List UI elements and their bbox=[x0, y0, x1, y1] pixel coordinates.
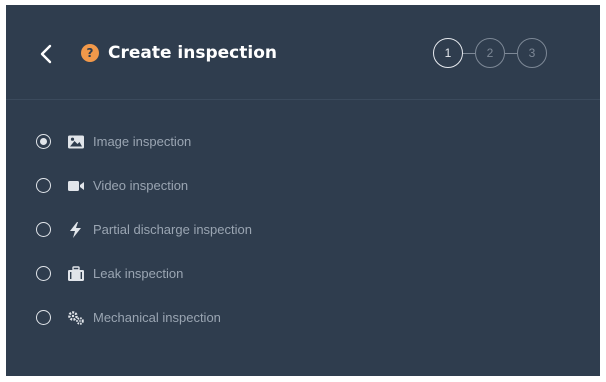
stepper: 1 2 3 bbox=[433, 38, 579, 70]
chevron-left-icon bbox=[40, 44, 52, 64]
radio-button[interactable] bbox=[36, 266, 51, 281]
step-3[interactable]: 3 bbox=[517, 38, 547, 68]
option-label: Image inspection bbox=[93, 134, 192, 149]
option-label: Leak inspection bbox=[93, 266, 184, 281]
option-label: Video inspection bbox=[93, 178, 189, 193]
radio-button[interactable] bbox=[36, 310, 51, 325]
step-connector bbox=[505, 53, 517, 54]
question-circle-icon[interactable]: ? bbox=[81, 44, 99, 62]
option-video-inspection[interactable]: Video inspection bbox=[34, 175, 454, 199]
option-partial-discharge-inspection[interactable]: Partial discharge inspection bbox=[34, 219, 454, 243]
option-leak-inspection[interactable]: Leak inspection bbox=[34, 263, 454, 287]
option-image-inspection[interactable]: Image inspection bbox=[34, 131, 454, 155]
page-title: Create inspection bbox=[108, 43, 277, 63]
option-mechanical-inspection[interactable]: Mechanical inspection bbox=[34, 307, 454, 331]
option-label: Partial discharge inspection bbox=[93, 222, 252, 237]
radio-button[interactable] bbox=[36, 178, 51, 193]
create-inspection-panel: ? Create inspection 1 2 3 Image inspecti… bbox=[6, 5, 600, 376]
step-1[interactable]: 1 bbox=[433, 38, 463, 68]
back-button[interactable] bbox=[36, 41, 58, 67]
radio-button[interactable] bbox=[36, 134, 51, 149]
gears-icon bbox=[66, 309, 86, 327]
radio-button[interactable] bbox=[36, 222, 51, 237]
lightning-bolt-icon bbox=[66, 221, 86, 239]
toolbox-icon bbox=[66, 265, 86, 283]
video-camera-icon bbox=[66, 177, 86, 195]
step-2[interactable]: 2 bbox=[475, 38, 505, 68]
image-icon bbox=[66, 133, 86, 151]
step-connector bbox=[463, 53, 475, 54]
header: ? Create inspection 1 2 3 bbox=[6, 5, 600, 100]
option-label: Mechanical inspection bbox=[93, 310, 221, 325]
